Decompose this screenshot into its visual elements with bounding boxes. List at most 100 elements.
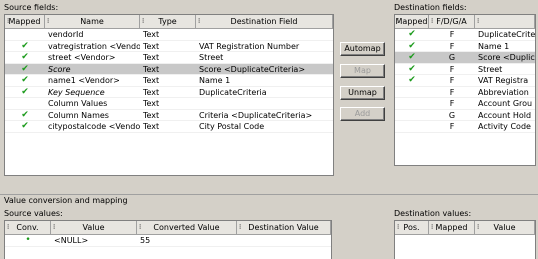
fdga-cell: F [449,41,455,51]
dest-name-cell: Activity Code [478,122,531,131]
table-row[interactable]: F Abbreviation [395,87,535,98]
source-values-grid[interactable]: ⁞ Conv. ⁞ Value ⁞ Converted Value ⁞ Destinat… [4,220,332,259]
col-mapped-header[interactable]: ⁞ Mapped [5,15,45,28]
dest-name-cell: Account Hold [478,110,532,120]
table-row[interactable]: ✔ F VAT Registra [395,75,535,87]
name-cell: Column Names [48,110,109,120]
checkmark-icon: ✔ [408,52,416,62]
destination-cell [196,29,333,40]
fdga-cell: F [449,99,455,108]
checkmark-icon: ✔ [408,40,416,51]
destination-cell: City Postal Code [199,122,265,131]
type-cell: Text [143,122,160,131]
table-row[interactable]: ✔ street <Vendor> Text Street [5,52,333,64]
type-cell: Text [143,99,160,108]
unmap-button[interactable]: Unmap [340,86,385,100]
destination-cell: Criteria <DuplicateCriteria> [199,110,313,120]
dest-name-cell: Score <Duplic [478,53,535,62]
pos-header[interactable]: ⁞ Pos. [395,221,429,234]
destination-value-header[interactable]: ⁞ Destination Value [237,221,331,234]
value-cell: <NULL> [54,236,89,245]
automap-button[interactable]: Automap [340,42,385,56]
add-button[interactable]: Add [340,107,385,121]
destination-values-label: Destination values: [394,209,472,218]
pin-icon: ⁞ [239,223,242,231]
table-row[interactable]: ✔ Score Text Score <DuplicateCriteria> [5,63,333,75]
conv-cell: • [25,235,31,245]
dest-col-mapped-header[interactable]: ⁞ Mapped [395,15,429,28]
dest-name-cell: DuplicateCrite [478,30,535,39]
table-row[interactable]: ✔ Key Sequence Text DuplicateCriteria [5,86,333,98]
dest-col-name-header[interactable]: ⁞ [475,15,535,28]
type-cell: Text [143,87,160,97]
destination-fields-grid[interactable]: ⁞ Mapped ⁞ F/D/G/A ⁞ ✔ F DuplicateCrite ✔ F Nam… [394,14,536,166]
type-cell: Text [143,64,160,74]
dest-name-cell: Account Grou [478,99,533,108]
destination-cell: Name 1 [199,76,231,85]
source-fields-grid[interactable]: ⁞ Mapped ⁞ Name ⁞ Type ⁞ Destination Field v… [4,14,334,176]
type-cell: Text [143,30,160,39]
conv-header[interactable]: ⁞ Conv. [5,221,51,234]
destination-values-header: ⁞ Pos. ⁞ Mapped ⁞ Value [395,221,535,235]
table-row[interactable]: F Activity Code [395,121,535,133]
mapped-cell [5,29,45,40]
table-row[interactable]: ✔ F DuplicateCrite [395,29,535,41]
col-type-header[interactable]: ⁞ Type [140,15,196,28]
table-row[interactable]: • <NULL> 55 [5,235,331,247]
checkmark-icon: ✔ [21,109,29,120]
source-fields-header: ⁞ Mapped ⁞ Name ⁞ Type ⁞ Destination Field [5,15,333,29]
table-row[interactable]: ✔ G Score <Duplic [395,52,535,64]
mapped-cell [395,98,429,109]
pin-icon: ⁞ [7,223,10,231]
table-row[interactable]: ✔ name1 <Vendor> Text Name 1 [5,75,333,87]
checkmark-icon: ✔ [21,40,29,51]
destination-fields-rows: ✔ F DuplicateCrite ✔ F Name 1 ✔ G Score <Duplic ✔… [395,29,535,133]
value-header[interactable]: ⁞ Value [51,221,137,234]
col-destination-header[interactable]: ⁞ Destination Field [196,15,333,28]
type-cell: Text [143,76,160,85]
dest-name-cell: Abbreviation [478,87,529,97]
dest-mapped-header[interactable]: ⁞ Mapped [429,221,475,234]
fdga-cell: G [448,53,456,62]
mapped-cell [5,98,45,109]
destination-values-grid[interactable]: ⁞ Pos. ⁞ Mapped ⁞ Value [394,220,536,259]
pin-icon: ⁞ [7,17,10,25]
converted-value-header[interactable]: ⁞ Converted Value [137,221,237,234]
checkmark-icon: ✔ [21,52,29,62]
section-separator [0,194,538,195]
source-fields-rows: vendorIdText✔vatregistration <Vendor>Tex… [5,29,333,133]
name-cell: vatregistration <Vendor> [48,41,140,51]
name-cell: citypostalcode <Vendor> [48,122,140,131]
table-row[interactable]: ✔ citypostalcode <Vendor>Text City Postal … [5,121,333,133]
name-cell: name1 <Vendor> [48,76,120,85]
pin-icon: ⁞ [477,17,480,25]
source-fields-label: Source fields: [4,3,59,12]
source-values-header: ⁞ Conv. ⁞ Value ⁞ Converted Value ⁞ Destinat… [5,221,331,235]
table-row[interactable]: ✔ vatregistration <Vendor>Text VAT Registr… [5,40,333,52]
table-row[interactable]: ✔ F Street [395,63,535,75]
map-button[interactable]: Map [340,64,385,78]
fdga-cell: G [448,110,456,120]
dest-value-header[interactable]: ⁞ Value [475,221,535,234]
table-row[interactable]: Column Values Text [5,98,333,110]
checkmark-icon: ✔ [408,29,416,39]
fdga-cell: F [449,122,455,131]
name-cell: Key Sequence [48,87,105,97]
pin-icon: ⁞ [431,223,434,231]
dest-col-fdga-header[interactable]: ⁞ F/D/G/A [429,15,475,28]
mapped-cell [395,121,429,132]
col-name-header[interactable]: ⁞ Name [45,15,140,28]
table-row[interactable]: ✔ Column Names Text Criteria <DuplicateCrit… [5,109,333,121]
dest-name-cell: Street [478,64,503,74]
checkmark-icon: ✔ [408,63,416,74]
name-cell: vendorId [48,30,84,39]
table-row[interactable]: G Account Hold [395,110,535,121]
checkmark-icon: ✔ [21,75,29,85]
converted-value-cell: 55 [140,236,151,245]
source-values-rows: • <NULL> 55 [5,235,331,247]
table-row[interactable]: vendorId Text [5,29,333,41]
table-row[interactable]: F Account Grou [395,98,535,110]
fdga-cell: F [449,76,455,85]
table-row[interactable]: ✔ F Name 1 [395,40,535,52]
checkmark-icon: ✔ [21,86,29,97]
